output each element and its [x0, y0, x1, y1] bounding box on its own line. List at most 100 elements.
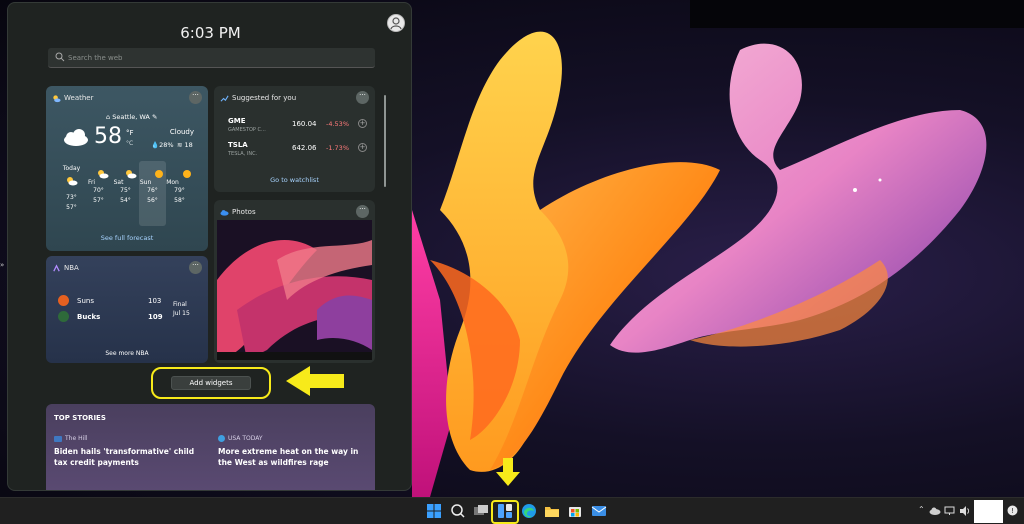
see-full-forecast-link[interactable]: See full forecast	[46, 234, 208, 242]
forecast-row: Today 73° 57° Fri 70° 57° Sat 75° 54° Su…	[58, 161, 193, 226]
add-widgets-highlight: Add widgets	[151, 367, 271, 399]
cloud-icon	[64, 129, 88, 146]
photo-thumbnail[interactable]	[217, 220, 372, 360]
edit-icon: ✎	[151, 113, 158, 121]
search-icon[interactable]	[449, 502, 467, 520]
edge-browser-icon[interactable]	[520, 502, 538, 520]
bucks-logo-icon	[58, 311, 69, 322]
forecast-high: 76°	[147, 187, 158, 194]
stock-price: 160.04	[292, 120, 317, 128]
search-input[interactable]	[68, 48, 368, 68]
clock-area-redacted[interactable]	[974, 500, 1003, 523]
clock: 6:03 PM	[180, 24, 241, 42]
stock-row[interactable]: GME GAMESTOP C... 160.04 -4.53% +	[228, 117, 368, 141]
nba-widget[interactable]: NBA ··· Suns 103 Bucks 109 Final Jul 15 …	[46, 256, 208, 363]
task-view-icon[interactable]	[472, 502, 490, 520]
svg-text:!: !	[1011, 507, 1014, 515]
forecast-day[interactable]: Mon 79° 58°	[166, 161, 193, 226]
story-headline: More extreme heat on the way in the West…	[218, 447, 359, 467]
widgets-panel: 6:03 PM Weather ··· ⌂ Seattle, WA ✎	[7, 2, 412, 491]
annotation-arrow-down-icon	[496, 458, 520, 486]
precipitation: 💧28%	[151, 141, 174, 149]
annotation-arrow-left-icon	[286, 366, 344, 396]
stock-row[interactable]: TSLA TESLA, INC. 642.06 -1.73% +	[228, 141, 368, 165]
unit-fahrenheit[interactable]: °F	[126, 129, 134, 137]
forecast-day[interactable]: Today 73° 57°	[58, 161, 85, 226]
panel-scrollbar[interactable]	[384, 95, 386, 187]
photos-widget[interactable]: Photos ···	[214, 200, 375, 363]
add-to-watchlist-button[interactable]: +	[358, 143, 367, 152]
story-source-name: The Hill	[65, 435, 88, 442]
precip-value: 28%	[159, 141, 174, 149]
story-source: USA TODAY	[218, 435, 368, 442]
weather-location[interactable]: ⌂ Seattle, WA ✎	[106, 113, 157, 121]
volume-icon[interactable]	[959, 505, 971, 517]
forecast-day-label: Sun	[139, 179, 152, 186]
store-icon[interactable]	[566, 502, 584, 520]
weather-widget[interactable]: Weather ··· ⌂ Seattle, WA ✎ 58 °F °C Clo…	[46, 86, 208, 251]
tray-chevron-up-icon[interactable]: ⌃	[918, 505, 925, 514]
add-widgets-button[interactable]: Add widgets	[171, 376, 251, 390]
sun-icon	[155, 170, 164, 178]
forecast-day-label: Mon	[166, 179, 179, 186]
forecast-low: 58°	[174, 197, 185, 204]
add-to-watchlist-button[interactable]: +	[358, 119, 367, 128]
notifications-icon[interactable]: !	[1007, 505, 1018, 516]
start-windows-icon[interactable]	[425, 502, 443, 520]
stocks-title: Suggested for you	[232, 94, 297, 102]
forecast-day[interactable]: Sat 75° 54°	[112, 161, 139, 226]
partly-cloudy-icon	[126, 170, 137, 179]
onedrive-tray-icon[interactable]	[929, 506, 941, 516]
team-score: 109	[148, 313, 163, 321]
unit-celsius[interactable]: °C	[126, 140, 133, 147]
photos-more-button[interactable]: ···	[356, 205, 369, 218]
file-explorer-icon[interactable]	[543, 502, 561, 520]
weather-more-button[interactable]: ···	[189, 91, 202, 104]
forecast-day-label: Fri	[87, 179, 96, 186]
forecast-day[interactable]: Sun 76° 56°	[139, 161, 166, 226]
forecast-high: 70°	[93, 187, 104, 194]
taskbar: ⌃ !	[0, 497, 1024, 524]
nba-more-button[interactable]: ···	[189, 261, 202, 274]
stocks-widget[interactable]: Suggested for you ··· GME GAMESTOP C... …	[214, 86, 375, 192]
see-more-nba-link[interactable]: See more NBA	[46, 350, 208, 357]
stock-change: -4.53%	[326, 120, 349, 128]
stock-change: -1.73%	[326, 144, 349, 152]
suns-logo-icon	[58, 295, 69, 306]
nba-title: NBA	[64, 264, 79, 272]
photos-title: Photos	[232, 208, 256, 216]
team-name: Bucks	[77, 313, 101, 321]
game-date: Jul 15	[173, 310, 190, 317]
search-bar[interactable]	[48, 48, 375, 68]
mail-icon[interactable]	[590, 502, 608, 520]
stock-company: TESLA, INC.	[228, 151, 258, 157]
story-item[interactable]: USA TODAY More extreme heat on the way i…	[218, 435, 368, 468]
home-icon: ⌂	[106, 113, 111, 121]
story-source: The Hill	[54, 435, 204, 442]
stock-symbol: GME	[228, 117, 246, 125]
game-final: Final	[173, 301, 187, 308]
go-to-watchlist-link[interactable]: Go to watchlist	[214, 176, 375, 184]
team-name: Suns	[77, 297, 94, 305]
weather-condition: Cloudy	[169, 128, 194, 136]
user-avatar[interactable]	[387, 14, 405, 32]
story-headline: Biden hails 'transformative' child tax c…	[54, 447, 195, 467]
forecast-day-label: Today	[62, 165, 81, 172]
partly-cloudy-icon	[98, 170, 109, 179]
top-stories-widget[interactable]: TOP STORIES The Hill Biden hails 'transf…	[46, 404, 375, 490]
wind-value: 18	[184, 141, 193, 149]
network-icon[interactable]	[944, 505, 956, 517]
forecast-day[interactable]: Fri 70° 57°	[85, 161, 112, 226]
wind-icon: ≋	[177, 141, 183, 149]
chart-trend-icon	[220, 95, 229, 102]
story-item[interactable]: The Hill Biden hails 'transformative' ch…	[54, 435, 204, 468]
edge-chevron-icon[interactable]: »	[0, 261, 8, 269]
weather-icon	[53, 95, 61, 103]
stocks-more-button[interactable]: ···	[356, 91, 369, 104]
usa-today-logo-icon	[218, 435, 225, 442]
top-stories-header: TOP STORIES	[54, 414, 106, 422]
weather-title: Weather	[64, 94, 94, 102]
forecast-low: 54°	[120, 197, 131, 204]
search-icon	[55, 52, 65, 62]
widgets-icon[interactable]	[496, 502, 514, 520]
